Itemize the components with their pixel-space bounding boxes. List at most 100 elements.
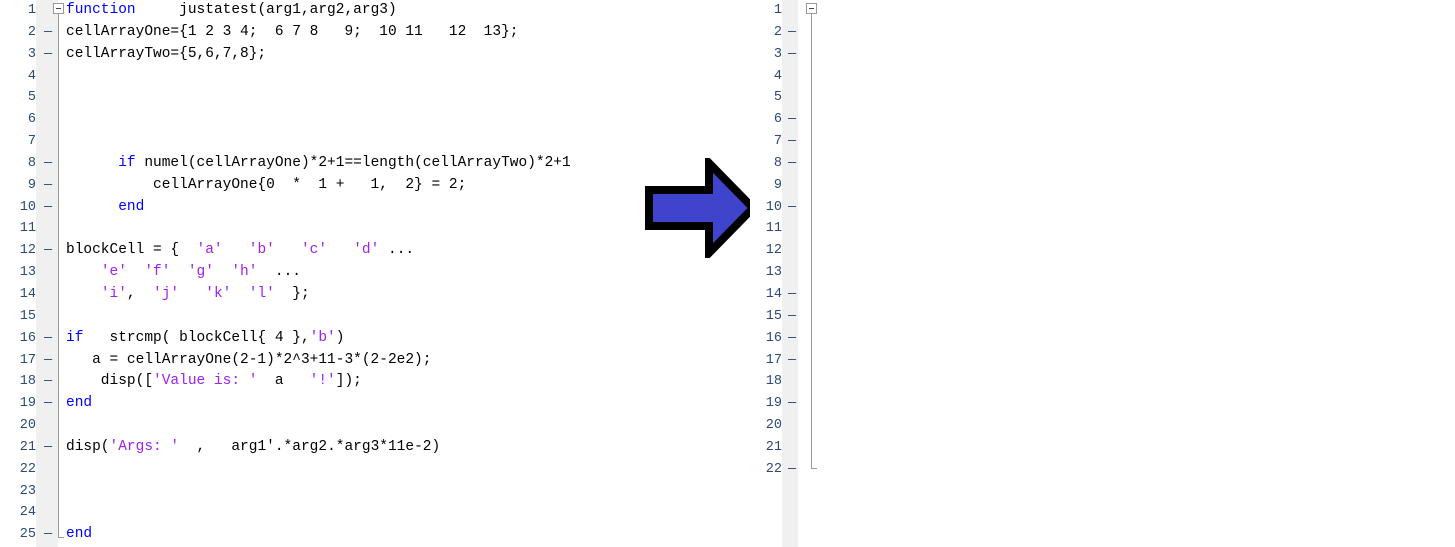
line-number: 4 bbox=[774, 66, 782, 88]
executable-line-marker: — bbox=[788, 350, 796, 372]
fold-gutter-strip[interactable] bbox=[36, 0, 58, 547]
code-token bbox=[66, 264, 101, 280]
executable-line-marker: — bbox=[44, 328, 52, 350]
code-line[interactable]: blockCell = { 'a' 'b' 'c' 'd' ... bbox=[66, 240, 571, 262]
line-number: 10 bbox=[766, 197, 782, 219]
line-number-row: 18 bbox=[750, 371, 782, 393]
executable-line-marker: — bbox=[788, 109, 796, 131]
code-line[interactable] bbox=[66, 109, 571, 131]
arrow-shape bbox=[649, 163, 753, 253]
string-token: 'Args: ' bbox=[110, 439, 180, 455]
line-number: 16 bbox=[20, 328, 36, 350]
right-arrow-svg bbox=[645, 158, 757, 258]
code-token: ) bbox=[336, 330, 345, 346]
line-number-row: 24 bbox=[0, 502, 36, 524]
code-line[interactable]: disp(['Value is: ' a '!']); bbox=[66, 371, 571, 393]
code-editor-before[interactable]: 12—3—45678—9—10—1112—13141516—17—18—19—2… bbox=[0, 0, 640, 547]
executable-line-marker: — bbox=[44, 350, 52, 372]
code-token bbox=[66, 199, 118, 215]
code-line[interactable]: 'e' 'f' 'g' 'h' ... bbox=[66, 262, 571, 284]
executable-line-marker: — bbox=[788, 22, 796, 44]
line-number-row: 15— bbox=[750, 306, 782, 328]
code-token: a bbox=[257, 373, 309, 389]
code-token bbox=[66, 155, 118, 171]
code-line[interactable] bbox=[66, 66, 571, 88]
fold-toggle-icon[interactable] bbox=[53, 3, 64, 14]
code-line[interactable]: cellArrayOne{0 * 1 + 1, 2} = 2; bbox=[66, 175, 571, 197]
line-number-row: 16— bbox=[0, 328, 36, 350]
line-number: 10 bbox=[20, 197, 36, 219]
code-content-left[interactable]: function justatest(arg1,arg2,arg3)cellAr… bbox=[66, 0, 571, 546]
code-line[interactable]: a = cellArrayOne(2-1)*2^3+11-3*(2-2e2); bbox=[66, 350, 571, 372]
line-number: 20 bbox=[20, 415, 36, 437]
line-number-row: 16— bbox=[750, 328, 782, 350]
code-line[interactable] bbox=[66, 218, 571, 240]
executable-line-marker: — bbox=[44, 371, 52, 393]
line-number-row: 14 bbox=[0, 284, 36, 306]
line-number-row: 13 bbox=[750, 262, 782, 284]
line-number: 11 bbox=[766, 218, 782, 240]
code-line[interactable]: cellArrayTwo={5,6,7,8}; bbox=[66, 44, 571, 66]
line-number: 9 bbox=[28, 175, 36, 197]
line-number: 22 bbox=[20, 459, 36, 481]
code-line[interactable]: 'i', 'j' 'k' 'l' }; bbox=[66, 284, 571, 306]
line-number: 14 bbox=[766, 284, 782, 306]
code-editor-after[interactable]: 12—3—456—7—8—910—11121314—15—16—17—1819—… bbox=[750, 0, 1455, 547]
code-line[interactable]: end bbox=[66, 197, 571, 219]
fold-toggle-icon[interactable] bbox=[806, 3, 817, 14]
code-token bbox=[223, 242, 249, 258]
code-token bbox=[214, 264, 231, 280]
line-number: 16 bbox=[766, 328, 782, 350]
executable-line-marker: — bbox=[788, 459, 796, 481]
code-line[interactable]: end bbox=[66, 393, 571, 415]
code-line[interactable]: cellArrayOne={1 2 3 4; 6 7 8 9; 10 11 12… bbox=[66, 22, 571, 44]
line-number: 6 bbox=[28, 109, 36, 131]
code-line[interactable]: function justatest(arg1,arg2,arg3) bbox=[66, 0, 571, 22]
line-number-row: 6— bbox=[750, 109, 782, 131]
line-number-row: 20 bbox=[750, 415, 782, 437]
code-line[interactable] bbox=[66, 502, 571, 524]
code-line[interactable]: disp('Args: ' , arg1'.*arg2.*arg3*11e-2) bbox=[66, 437, 571, 459]
line-number: 24 bbox=[20, 502, 36, 524]
keyword-token: if bbox=[118, 155, 135, 171]
line-number: 8 bbox=[774, 153, 782, 175]
code-token bbox=[66, 286, 101, 302]
line-number-row: 2— bbox=[750, 22, 782, 44]
keyword-token: end bbox=[118, 199, 144, 215]
line-number-row: 15 bbox=[0, 306, 36, 328]
code-token: a = cellArrayOne(2-1)*2^3+11-3*(2-2e2); bbox=[66, 352, 431, 368]
executable-line-marker: — bbox=[788, 284, 796, 306]
code-line[interactable] bbox=[66, 481, 571, 503]
line-number: 12 bbox=[20, 240, 36, 262]
executable-line-marker: — bbox=[788, 44, 796, 66]
line-number-row: 17— bbox=[0, 350, 36, 372]
code-line[interactable] bbox=[66, 415, 571, 437]
string-token: 'g' bbox=[188, 264, 214, 280]
line-number: 9 bbox=[774, 175, 782, 197]
string-token: 'd' bbox=[353, 242, 379, 258]
line-number: 13 bbox=[766, 262, 782, 284]
line-number: 7 bbox=[774, 131, 782, 153]
line-number: 3 bbox=[774, 44, 782, 66]
executable-line-marker: — bbox=[788, 393, 796, 415]
line-number-row: 19— bbox=[750, 393, 782, 415]
line-number: 18 bbox=[766, 371, 782, 393]
code-fold-end-tick bbox=[811, 468, 817, 469]
line-number-row: 9— bbox=[0, 175, 36, 197]
code-token: blockCell = { bbox=[66, 242, 197, 258]
code-line[interactable] bbox=[66, 459, 571, 481]
code-token: justatest(arg1,arg2,arg3) bbox=[136, 2, 397, 18]
code-line[interactable]: if strcmp( blockCell{ 4 },'b') bbox=[66, 328, 571, 350]
line-number: 21 bbox=[766, 437, 782, 459]
string-token: 'i' bbox=[101, 286, 127, 302]
line-number-row: 18— bbox=[0, 371, 36, 393]
code-line[interactable]: end bbox=[66, 524, 571, 546]
code-line[interactable] bbox=[66, 87, 571, 109]
executable-line-marker: — bbox=[44, 44, 52, 66]
code-line[interactable] bbox=[66, 306, 571, 328]
code-line[interactable]: if numel(cellArrayOne)*2+1==length(cellA… bbox=[66, 153, 571, 175]
code-fold-line bbox=[58, 14, 59, 538]
code-line[interactable] bbox=[66, 131, 571, 153]
string-token: 'b' bbox=[310, 330, 336, 346]
line-number-row: 11 bbox=[750, 218, 782, 240]
